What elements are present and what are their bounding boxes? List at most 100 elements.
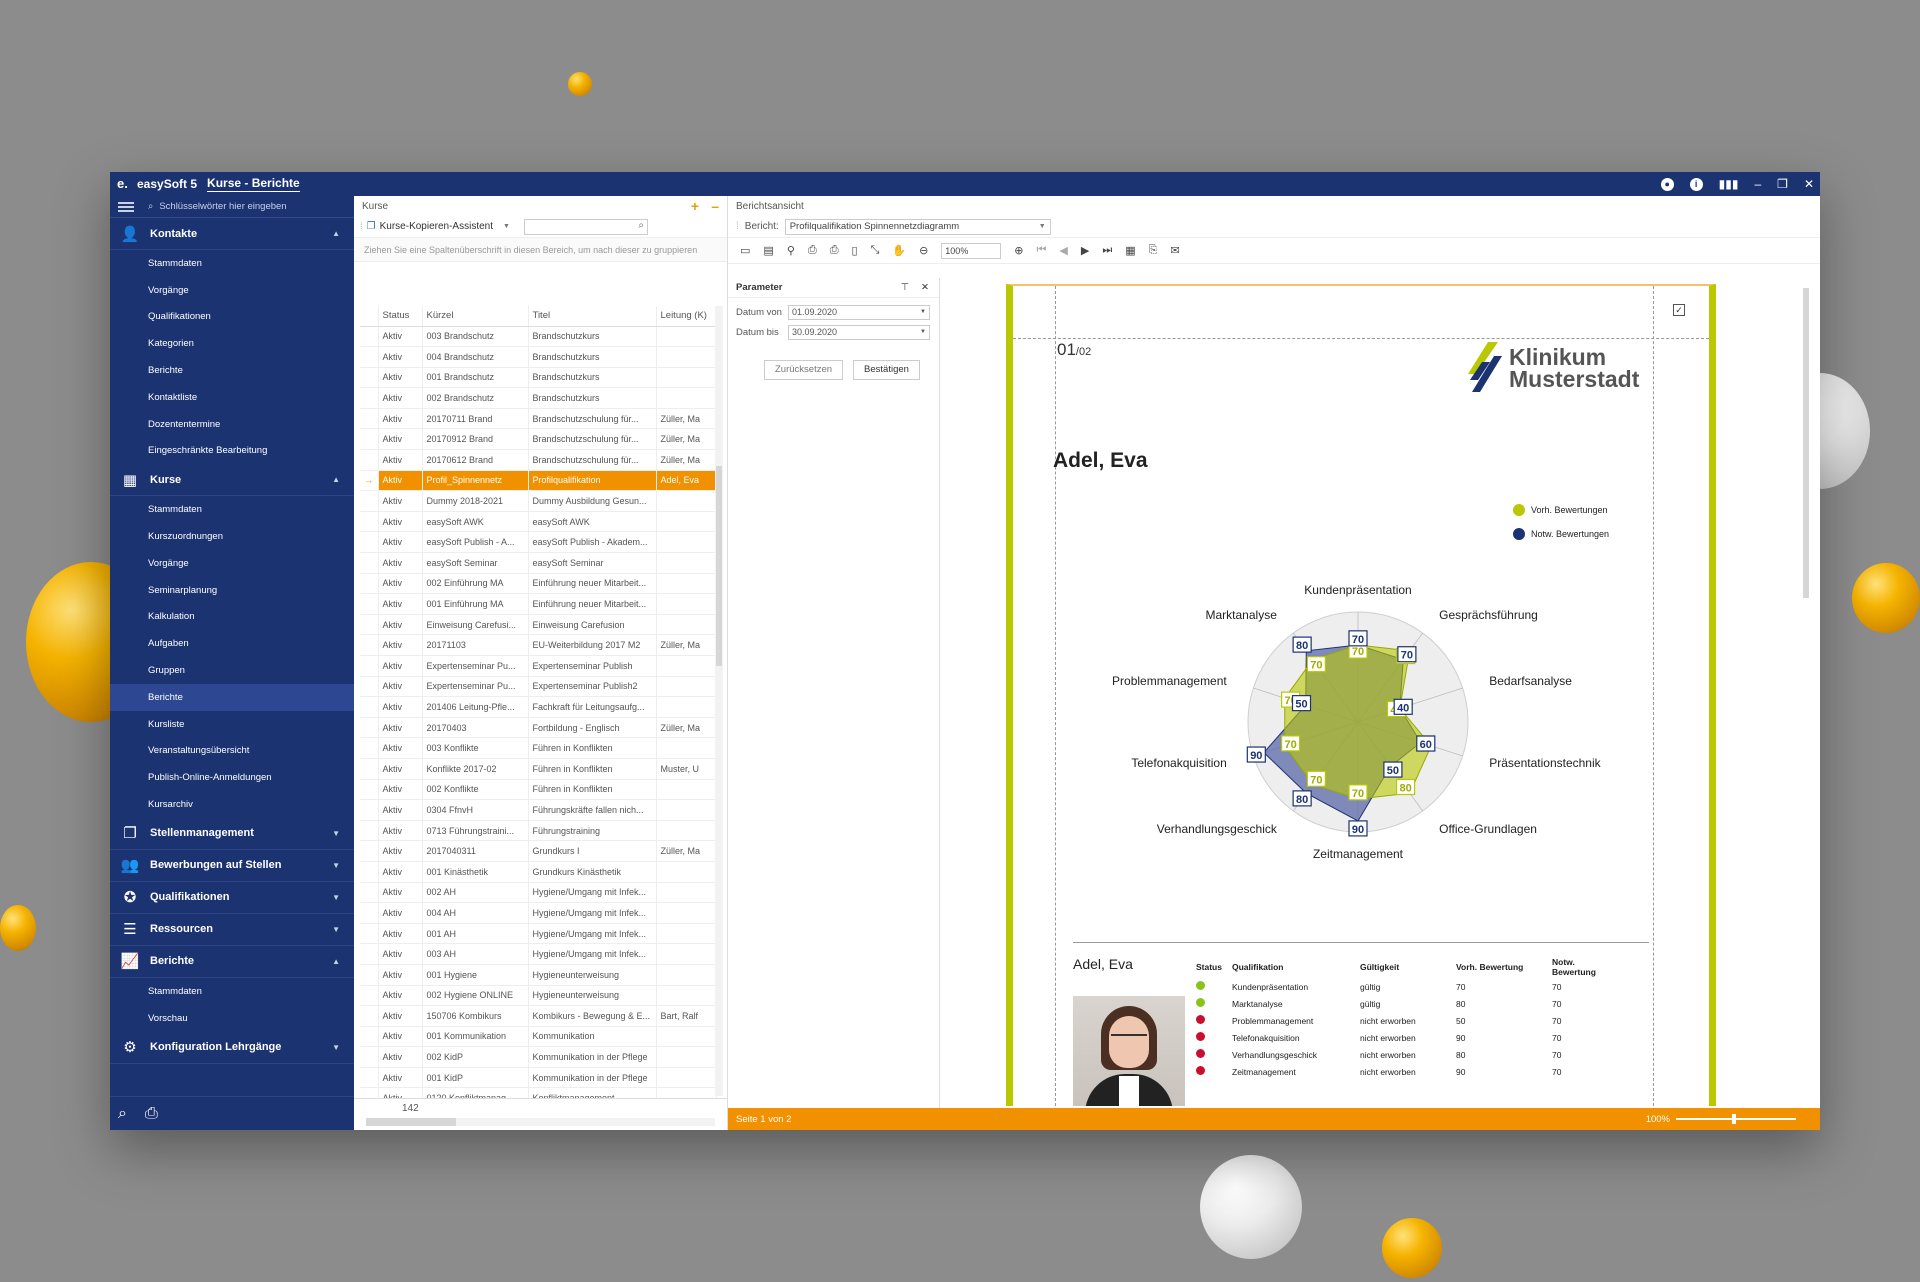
table-row[interactable]: Aktiv 001 Kinästhetik Grundkurs Kinästheti… (360, 861, 717, 883)
sidebar-item[interactable]: Berichte (110, 357, 354, 384)
chevron-down-icon[interactable]: ▼ (332, 829, 340, 838)
menu-icon[interactable] (118, 201, 134, 212)
close-button[interactable]: ✕ (1804, 177, 1814, 191)
table-row[interactable]: Aktiv 001 Einführung MA Einführung neuer M… (360, 593, 717, 615)
table-row[interactable]: Aktiv easySoft Seminar easySoft Seminar (360, 552, 717, 574)
sidebar-item[interactable]: Stammdaten (110, 496, 354, 523)
close-icon[interactable]: ✕ (921, 282, 929, 293)
table-row[interactable]: Aktiv 001 Brandschutz Brandschutzkurs (360, 367, 717, 389)
restore-button[interactable]: ❐ (1777, 177, 1788, 191)
zoom-out-icon[interactable]: ⊖ (919, 244, 928, 257)
info-icon[interactable]: i (1689, 177, 1703, 191)
sidebar-item[interactable]: Aufgaben (110, 630, 354, 657)
print-icon[interactable]: ⎙ (145, 1105, 158, 1123)
table-row[interactable]: Aktiv 001 Hygiene Hygieneunterweisung (360, 964, 717, 986)
next-page-icon[interactable]: ▶ (1081, 244, 1089, 257)
table-row[interactable]: Aktiv Dummy 2018-2021 Dummy Ausbildung Ges… (360, 490, 717, 512)
zoom-select[interactable]: 100% (941, 242, 1002, 259)
chevron-down-icon[interactable]: ▼ (332, 925, 340, 934)
checkbox[interactable]: ✓ (1673, 304, 1685, 316)
parameters-icon[interactable]: ▤ (763, 244, 773, 257)
datum-bis-input[interactable]: 30.09.2020 ▼ (788, 324, 930, 340)
table-row[interactable]: Aktiv 002 Hygiene ONLINE Hygieneunterweisu… (360, 985, 717, 1007)
sidebar-item[interactable]: Kategorien (110, 330, 354, 357)
column-header[interactable]: Status (378, 306, 423, 327)
chevron-down-icon[interactable]: ▼ (332, 893, 340, 902)
sidebar-item[interactable]: Vorschau (110, 1005, 354, 1032)
multi-page-icon[interactable]: ▦ (1125, 244, 1135, 257)
page-setup-icon[interactable]: ▯ (852, 244, 858, 257)
table-row[interactable]: Aktiv 002 AH Hygiene/Umgang mit Infek... (360, 882, 717, 904)
sidebar-section-3[interactable]: 👥 Bewerbungen auf Stellen ▼ (110, 850, 354, 882)
zoom-in-icon[interactable]: ⊕ (1014, 244, 1023, 257)
find-icon[interactable]: ⚲ (787, 244, 795, 257)
sidebar-item[interactable]: Gruppen (110, 657, 354, 684)
hand-tool-icon[interactable]: ✋ (892, 244, 906, 257)
sidebar-item[interactable]: Berichte (110, 683, 354, 711)
sidebar-item[interactable]: Publish-Online-Anmeldungen (110, 764, 354, 791)
sidebar-item[interactable]: Stammdaten (110, 978, 354, 1005)
chevron-up-icon[interactable]: ▲ (332, 475, 340, 484)
table-row[interactable]: Aktiv easySoft Publish - A... easySoft Pub… (360, 531, 717, 554)
pin-icon[interactable]: ⊤ (901, 282, 909, 293)
table-row[interactable]: Aktiv 20170711 Brand Brandschutzschulung f… (360, 408, 717, 430)
table-row[interactable]: Aktiv 003 Brandschutz Brandschutzkurs (360, 326, 717, 348)
sidebar-item[interactable]: Seminarplanung (110, 577, 354, 604)
table-row[interactable]: Aktiv 004 AH Hygiene/Umgang mit Infek... (360, 902, 717, 924)
table-row[interactable]: Aktiv Expertenseminar Pu... Expertensemina… (360, 676, 717, 698)
sidebar-item[interactable]: Qualifikationen (110, 304, 354, 331)
table-row[interactable]: → Aktiv Profil_Spinnennetz Profilqualifikat… (360, 470, 717, 492)
sidebar-item[interactable]: Kalkulation (110, 604, 354, 631)
minimize-button[interactable]: – (1754, 177, 1761, 191)
chevron-up-icon[interactable]: ▲ (332, 957, 340, 966)
table-row[interactable]: Aktiv easySoft AWK easySoft AWK (360, 511, 717, 533)
table-row[interactable]: Aktiv 20170912 Brand Brandschutzschulung f… (360, 428, 717, 451)
kurse-search-input[interactable]: ⌕ (523, 218, 648, 235)
sidebar-item[interactable]: Kontaktliste (110, 384, 354, 411)
table-row[interactable]: Aktiv 001 AH Hygiene/Umgang mit Infek... (360, 923, 717, 945)
table-row[interactable]: Aktiv 004 Brandschutz Brandschutzkurs (360, 346, 717, 368)
column-header[interactable]: Leitung (K) (656, 306, 717, 327)
preview-vertical-scrollbar[interactable] (1802, 282, 1810, 1082)
table-row[interactable]: Aktiv 002 KidP Kommunikation in der Pflege (360, 1046, 717, 1068)
chevron-up-icon[interactable]: ▲ (332, 229, 340, 238)
column-header[interactable]: Kürzel (422, 306, 529, 327)
chevron-down-icon[interactable]: ▼ (332, 1043, 340, 1052)
add-icon[interactable]: + (691, 198, 699, 214)
table-row[interactable]: Aktiv 150706 Kombikurs Kombikurs - Bewegun… (360, 1005, 717, 1027)
reset-button[interactable]: Zurücksetzen (764, 360, 844, 380)
sidebar-section-4[interactable]: ✪ Qualifikationen ▼ (110, 882, 354, 914)
table-row[interactable]: Aktiv 2017040311 Grundkurs I Züller, Ma (360, 840, 717, 862)
sidebar-section-5[interactable]: ☰ Ressourcen ▼ (110, 914, 354, 946)
search-report-icon[interactable]: ⌕ (118, 1105, 127, 1123)
scale-icon[interactable]: ⤡ (871, 244, 880, 257)
confirm-button[interactable]: Bestätigen (853, 360, 920, 380)
sidebar-item[interactable]: Kursarchiv (110, 791, 354, 818)
sidebar-section-2[interactable]: ❐ Stellenmanagement ▼ (110, 818, 354, 850)
open-icon[interactable]: ▭ (740, 244, 750, 257)
table-row[interactable]: Aktiv 0713 Führungstraini... Führungstrain… (360, 820, 717, 842)
table-row[interactable]: Aktiv 0304 FfnvH Führungskräfte fallen nic… (360, 799, 717, 821)
sidebar-section-7[interactable]: ⚙ Konfiguration Lehrgänge ▼ (110, 1032, 354, 1064)
sidebar-item[interactable]: Stammdaten (110, 250, 354, 277)
kurse-vertical-scrollbar[interactable] (715, 306, 723, 1096)
zoom-slider[interactable] (1676, 1114, 1796, 1124)
sidebar-item[interactable]: Vorgänge (110, 550, 354, 577)
remove-icon[interactable]: – (711, 198, 719, 214)
last-page-icon[interactable]: ⏭ (1102, 244, 1112, 257)
table-row[interactable]: Aktiv 003 AH Hygiene/Umgang mit Infek... (360, 943, 717, 965)
table-row[interactable]: Aktiv Expertenseminar Pu... Expertensemina… (360, 655, 717, 677)
table-row[interactable]: Aktiv 001 KidP Kommunikation in der Pflege (360, 1067, 717, 1089)
sidebar-item[interactable]: Kurszuordnungen (110, 523, 354, 550)
first-page-icon[interactable]: ⏮ (1037, 244, 1047, 257)
kurse-horizontal-scrollbar[interactable] (366, 1118, 715, 1126)
sidebar-section-6[interactable]: 📈 Berichte ▲ (110, 946, 354, 978)
datum-von-input[interactable]: 01.09.2020 ▼ (788, 304, 930, 320)
sidebar-search[interactable]: ⌕ Schlüsselwörter hier eingeben (110, 196, 354, 218)
record-icon[interactable]: ● (1660, 177, 1674, 191)
table-row[interactable]: Aktiv 002 Einführung MA Einführung neuer M… (360, 573, 717, 595)
sidebar-section-0[interactable]: 👤 Kontakte ▲ (110, 218, 354, 250)
table-row[interactable]: Aktiv 002 Brandschutz Brandschutzkurs (360, 387, 717, 409)
sidebar-item[interactable]: Kursliste (110, 711, 354, 738)
chevron-down-icon[interactable]: ▼ (332, 861, 340, 870)
